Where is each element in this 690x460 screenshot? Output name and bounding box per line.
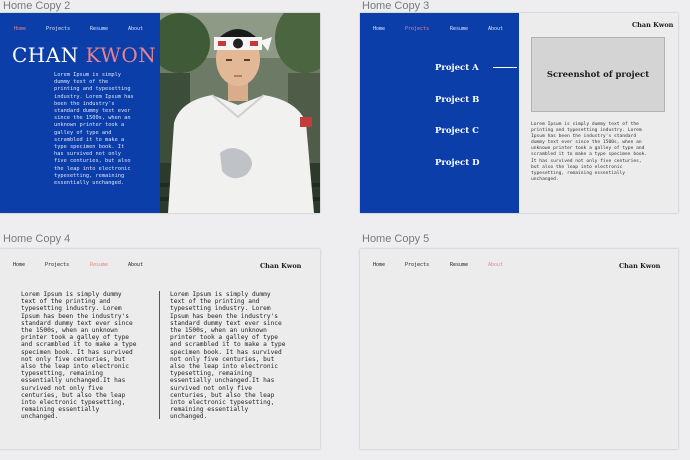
- project-a-link[interactable]: Project A: [435, 63, 479, 73]
- resume-column-left: Lorem Ipsum is simply dummy text of the …: [21, 291, 137, 421]
- profile-photo: [160, 13, 320, 213]
- hero-first-name: CHAN: [12, 43, 79, 67]
- project-b-link[interactable]: Project B: [435, 95, 479, 105]
- artboard-home-copy-3[interactable]: Home Projects Resume About Chan Kwon Pro…: [360, 13, 678, 213]
- artboard-home-copy-4[interactable]: Home Projects Resume About Chan Kwon Lor…: [0, 249, 320, 449]
- brand-name[interactable]: Chan Kwon: [632, 21, 673, 29]
- nav-projects[interactable]: Projects: [45, 262, 69, 268]
- nav-projects[interactable]: Projects: [405, 262, 429, 268]
- artboard-home-copy-2[interactable]: Home Projects Resume About CHAN KWON Lor…: [0, 13, 320, 213]
- nav-about[interactable]: About: [488, 26, 503, 32]
- artboard-home-copy-5[interactable]: Home Projects Resume About Chan Kwon: [360, 249, 678, 449]
- brand-name[interactable]: Chan Kwon: [260, 262, 301, 270]
- blue-panel: [360, 13, 519, 213]
- nav-home[interactable]: Home: [14, 26, 26, 32]
- nav-home[interactable]: Home: [13, 262, 25, 268]
- artboard-title-home-copy-3[interactable]: Home Copy 3: [362, 0, 429, 12]
- nav-projects[interactable]: Projects: [405, 26, 429, 32]
- nav-home[interactable]: Home: [373, 262, 385, 268]
- profile-photo-illustration: [160, 13, 320, 213]
- nav-projects[interactable]: Projects: [46, 26, 70, 32]
- project-d-link[interactable]: Project D: [435, 158, 479, 168]
- hero-name: CHAN KWON: [12, 43, 156, 67]
- nav-about[interactable]: About: [128, 262, 143, 268]
- nav-resume[interactable]: Resume: [450, 26, 468, 32]
- nav-resume[interactable]: Resume: [450, 262, 468, 268]
- artboard-title-home-copy-4[interactable]: Home Copy 4: [3, 233, 70, 245]
- artboard-title-home-copy-2[interactable]: Home Copy 2: [3, 0, 70, 12]
- nav-resume[interactable]: Resume: [90, 26, 108, 32]
- project-description: Lorem Ipsum is simply dummy text of the …: [531, 122, 648, 182]
- resume-column-right: Lorem Ipsum is simply dummy text of the …: [170, 291, 286, 421]
- project-c-link[interactable]: Project C: [435, 126, 479, 136]
- brand-name[interactable]: Chan Kwon: [619, 262, 660, 270]
- project-screenshot-placeholder: Screenshot of project: [531, 37, 665, 112]
- screenshot-label: Screenshot of project: [546, 69, 650, 80]
- artboard-title-home-copy-5[interactable]: Home Copy 5: [362, 233, 429, 245]
- hero-last-name: KWON: [85, 43, 157, 67]
- nav-about[interactable]: About: [128, 26, 143, 32]
- project-selected-line: [493, 67, 517, 68]
- nav-about[interactable]: About: [488, 262, 503, 268]
- nav-home[interactable]: Home: [373, 26, 385, 32]
- nav-resume[interactable]: Resume: [90, 262, 108, 268]
- intro-paragraph: Lorem Ipsum is simply dummy text of the …: [54, 72, 134, 187]
- column-divider: [159, 291, 160, 419]
